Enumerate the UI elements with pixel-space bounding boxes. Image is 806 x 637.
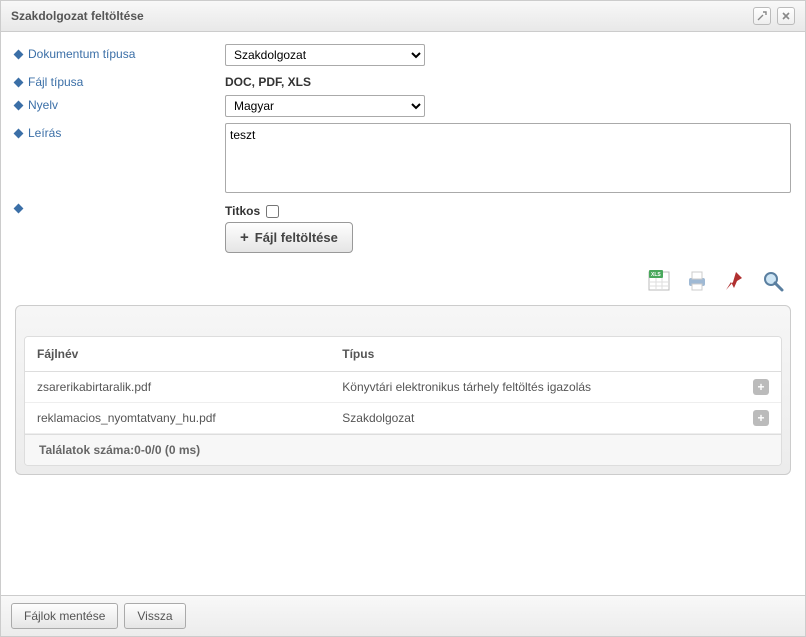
upload-button[interactable]: + Fájl feltöltése bbox=[225, 222, 353, 253]
svg-text:XLS: XLS bbox=[651, 272, 661, 278]
dialog: Szakdolgozat feltöltése Dokumentum típus… bbox=[0, 0, 806, 637]
table-footer: Találatok száma:0-0/0 (0 ms) bbox=[25, 434, 781, 465]
doc-type-select[interactable]: Szakdolgozat bbox=[225, 44, 425, 66]
secret-label: Titkos bbox=[225, 204, 260, 218]
row-file-type: Fájl típusa DOC, PDF, XLS bbox=[15, 72, 791, 89]
label-file-type: Fájl típusa bbox=[15, 72, 225, 89]
file-type-value: DOC, PDF, XLS bbox=[225, 72, 791, 89]
plus-icon: + bbox=[240, 229, 249, 246]
description-textarea[interactable] bbox=[225, 123, 791, 193]
language-select[interactable]: Magyar bbox=[225, 95, 425, 117]
buttonbar: Fájlok mentése Vissza bbox=[1, 595, 805, 636]
bullet-icon bbox=[14, 49, 24, 59]
label-empty bbox=[15, 202, 225, 212]
search-icon[interactable] bbox=[759, 267, 787, 295]
dialog-title: Szakdolgozat feltöltése bbox=[11, 9, 144, 23]
print-icon[interactable] bbox=[683, 267, 711, 295]
row-description: Leírás bbox=[15, 123, 791, 196]
label-language: Nyelv bbox=[15, 95, 225, 112]
row-doc-type: Dokumentum típusa Szakdolgozat bbox=[15, 44, 791, 66]
table-row: zsarerikabirtaralik.pdf Könyvtári elektr… bbox=[25, 372, 781, 403]
col-type[interactable]: Típus bbox=[330, 337, 741, 372]
cell-filename: zsarerikabirtaralik.pdf bbox=[25, 372, 330, 403]
label-doc-type: Dokumentum típusa bbox=[15, 44, 225, 61]
save-files-button[interactable]: Fájlok mentése bbox=[11, 603, 118, 629]
bullet-icon bbox=[14, 77, 24, 87]
file-table: Fájlnév Típus zsarerikabirtaralik.pdf Kö… bbox=[25, 337, 781, 434]
cell-filename: reklamacios_nyomtatvany_hu.pdf bbox=[25, 403, 330, 434]
label-description: Leírás bbox=[15, 123, 225, 140]
file-table-panel: Fájlnév Típus zsarerikabirtaralik.pdf Kö… bbox=[15, 305, 791, 475]
content: Dokumentum típusa Szakdolgozat Fájl típu… bbox=[1, 32, 805, 595]
bullet-icon bbox=[14, 100, 24, 110]
table-toolbar: XLS bbox=[15, 267, 787, 295]
titlebar: Szakdolgozat feltöltése bbox=[1, 1, 805, 32]
expand-row-icon[interactable]: + bbox=[753, 379, 769, 395]
titlebar-actions bbox=[753, 7, 795, 25]
secret-checkbox[interactable] bbox=[266, 205, 279, 218]
pin-icon[interactable] bbox=[721, 267, 749, 295]
row-language: Nyelv Magyar bbox=[15, 95, 791, 117]
expand-row-icon[interactable]: + bbox=[753, 410, 769, 426]
col-filename[interactable]: Fájlnév bbox=[25, 337, 330, 372]
maximize-icon[interactable] bbox=[753, 7, 771, 25]
cell-type: Szakdolgozat bbox=[330, 403, 741, 434]
xls-export-icon[interactable]: XLS bbox=[645, 267, 673, 295]
row-secret: Titkos + Fájl feltöltése bbox=[15, 202, 791, 253]
back-button[interactable]: Vissza bbox=[124, 603, 185, 629]
cell-type: Könyvtári elektronikus tárhely feltöltés… bbox=[330, 372, 741, 403]
table-row: reklamacios_nyomtatvany_hu.pdf Szakdolgo… bbox=[25, 403, 781, 434]
close-icon[interactable] bbox=[777, 7, 795, 25]
bullet-icon bbox=[14, 204, 24, 214]
bullet-icon bbox=[14, 128, 24, 138]
